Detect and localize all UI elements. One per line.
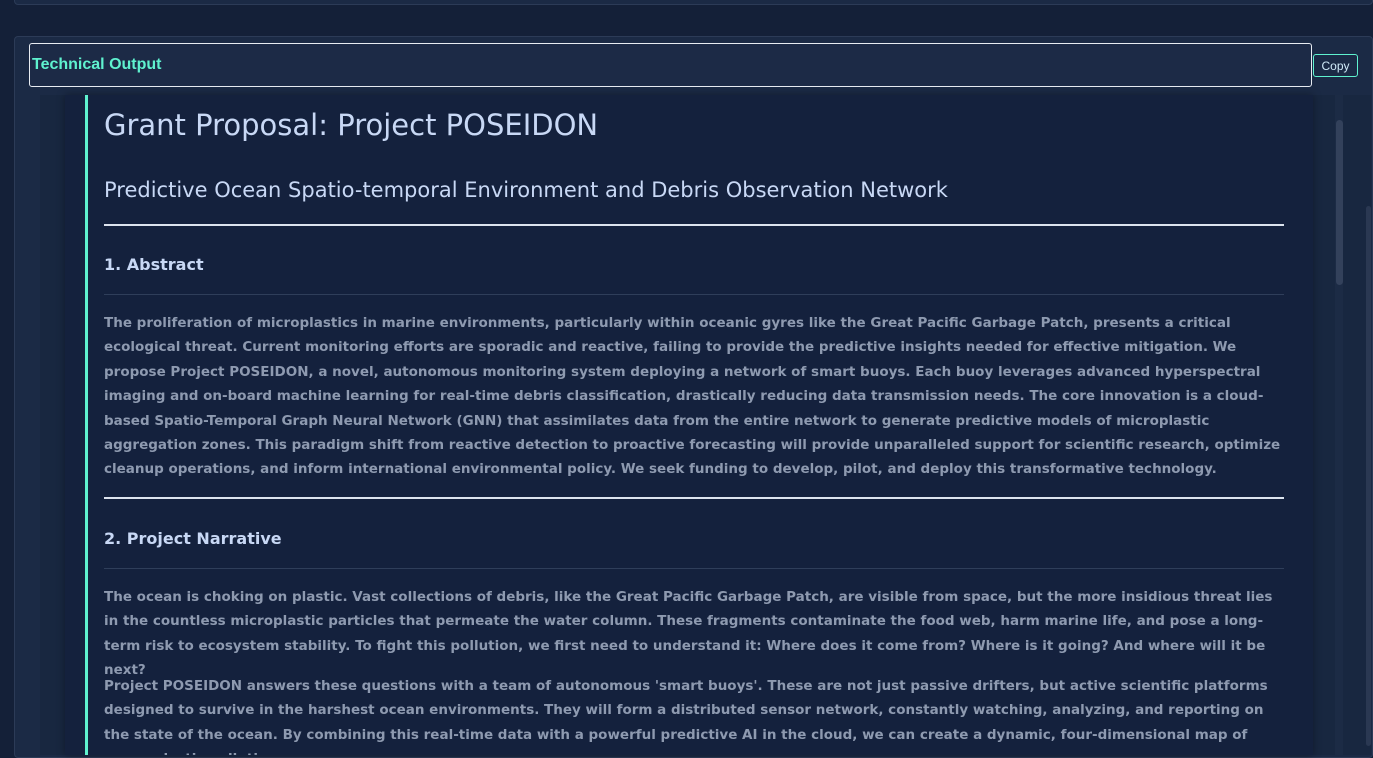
copy-button[interactable]: Copy xyxy=(1313,54,1358,77)
previous-panel-edge xyxy=(14,0,1373,5)
document-scrollbar-thumb[interactable] xyxy=(1336,120,1343,285)
section-heading-narrative: 2. Project Narrative xyxy=(104,529,282,548)
panel-title: Technical Output xyxy=(32,56,162,73)
panel-header[interactable]: Technical Output xyxy=(29,43,1312,87)
section-heading-abstract: 1. Abstract xyxy=(104,255,204,274)
abstract-paragraph: The proliferation of microplastics in ma… xyxy=(104,315,1281,478)
narrative-paragraph-1: The ocean is choking on plastic. Vast co… xyxy=(104,589,1273,679)
divider xyxy=(104,497,1284,499)
page-scrollbar-thumb[interactable] xyxy=(1366,206,1371,746)
document-subtitle: Predictive Ocean Spatio-temporal Environ… xyxy=(104,178,948,202)
document-title: Grant Proposal: Project POSEIDON xyxy=(104,108,599,142)
heading-underline xyxy=(104,294,1284,295)
narrative-paragraph-2: Project POSEIDON answers these questions… xyxy=(104,678,1268,755)
divider xyxy=(104,224,1284,226)
document-viewer[interactable]: Grant Proposal: Project POSEIDON Predict… xyxy=(65,95,1313,755)
heading-underline xyxy=(104,568,1284,569)
accent-bar xyxy=(85,95,88,755)
